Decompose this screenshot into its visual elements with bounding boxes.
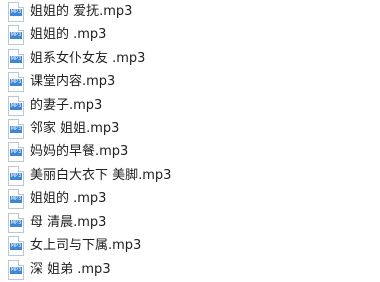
- file-name: 深 姐弟 .mp3: [30, 262, 111, 277]
- file-type-badge: MP3: [10, 149, 22, 156]
- file-name: 邻家 姐姐.mp3: [30, 121, 120, 136]
- file-type-badge: MP3: [10, 56, 22, 63]
- file-type-badge: MP3: [10, 243, 22, 250]
- file-type-badge: MP3: [10, 103, 22, 110]
- file-list: MP3 姐姐的 爱抚.mp3 MP3 姐姐的 .mp3 MP3 姐系女仆女友 .…: [0, 0, 380, 282]
- audio-file-icon: MP3: [8, 72, 24, 92]
- file-name: 姐姐的 .mp3: [30, 191, 107, 206]
- file-name: 姐姐的 .mp3: [30, 27, 107, 42]
- audio-file-icon: MP3: [8, 49, 24, 69]
- file-row[interactable]: MP3 深 姐弟 .mp3: [0, 258, 380, 282]
- file-row[interactable]: MP3 邻家 姐姐.mp3: [0, 117, 380, 141]
- file-name: 美丽白大衣下 美脚.mp3: [30, 168, 172, 183]
- file-type-badge: MP3: [10, 267, 22, 274]
- file-name: 妈妈的早餐.mp3: [30, 144, 129, 159]
- file-name: 的妻子.mp3: [30, 98, 103, 113]
- file-name: 姐系女仆女友 .mp3: [30, 51, 146, 66]
- audio-file-icon: MP3: [8, 236, 24, 256]
- file-row[interactable]: MP3 的妻子.mp3: [0, 94, 380, 118]
- file-name: 母 清晨.mp3: [30, 215, 107, 230]
- audio-file-icon: MP3: [8, 213, 24, 233]
- audio-file-icon: MP3: [8, 260, 24, 280]
- file-row[interactable]: MP3 姐系女仆女友 .mp3: [0, 47, 380, 71]
- file-type-badge: MP3: [10, 173, 22, 180]
- file-type-badge: MP3: [10, 32, 22, 39]
- file-type-badge: MP3: [10, 220, 22, 227]
- file-type-badge: MP3: [10, 79, 22, 86]
- audio-file-icon: MP3: [8, 142, 24, 162]
- file-row[interactable]: MP3 女上司与下属.mp3: [0, 234, 380, 258]
- audio-file-icon: MP3: [8, 25, 24, 45]
- audio-file-icon: MP3: [8, 119, 24, 139]
- file-name: 女上司与下属.mp3: [30, 238, 142, 253]
- file-type-badge: MP3: [10, 126, 22, 133]
- file-row[interactable]: MP3 姐姐的 爱抚.mp3: [0, 0, 380, 24]
- file-type-badge: MP3: [10, 9, 22, 16]
- file-name: 课堂内容.mp3: [30, 74, 116, 89]
- file-row[interactable]: MP3 姐姐的 .mp3: [0, 23, 380, 47]
- audio-file-icon: MP3: [8, 96, 24, 116]
- file-type-badge: MP3: [10, 196, 22, 203]
- audio-file-icon: MP3: [8, 189, 24, 209]
- file-row[interactable]: MP3 母 清晨.mp3: [0, 211, 380, 235]
- file-row[interactable]: MP3 妈妈的早餐.mp3: [0, 140, 380, 164]
- audio-file-icon: MP3: [8, 2, 24, 22]
- file-row[interactable]: MP3 课堂内容.mp3: [0, 70, 380, 94]
- file-row[interactable]: MP3 美丽白大衣下 美脚.mp3: [0, 164, 380, 188]
- file-name: 姐姐的 爱抚.mp3: [30, 4, 133, 19]
- audio-file-icon: MP3: [8, 166, 24, 186]
- file-row[interactable]: MP3 姐姐的 .mp3: [0, 187, 380, 211]
